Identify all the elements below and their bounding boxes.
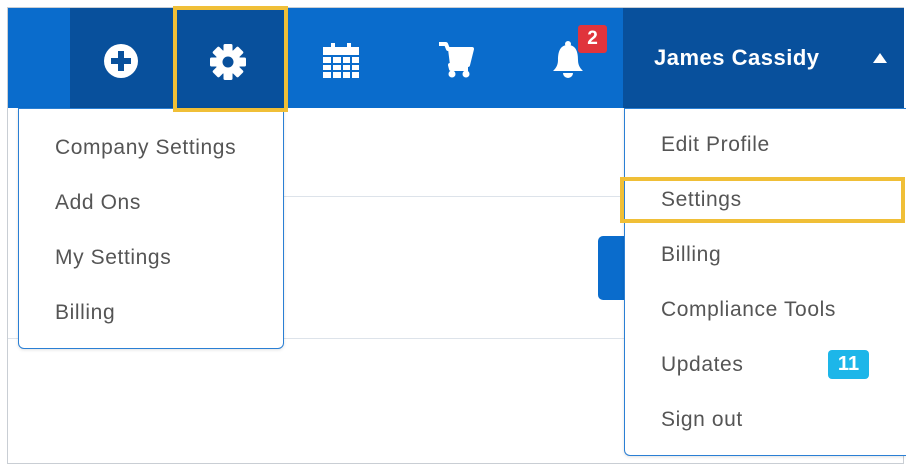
user-dropdown-menu (624, 108, 906, 456)
notification-badge: 2 (578, 25, 607, 53)
menu-item-updates[interactable]: Updates (661, 353, 743, 377)
calendar-icon[interactable] (322, 41, 360, 79)
menu-item-compliance-tools[interactable]: Compliance Tools (661, 298, 836, 322)
content-divider (284, 196, 624, 197)
menu-item-company-settings[interactable]: Company Settings (55, 136, 236, 160)
menu-item-edit-profile[interactable]: Edit Profile (661, 133, 770, 157)
caret-up-icon (873, 53, 887, 63)
menu-item-billing[interactable]: Billing (55, 301, 115, 325)
user-name[interactable]: James Cassidy (654, 45, 820, 71)
menu-item-my-settings[interactable]: My Settings (55, 246, 171, 270)
menu-item-sign-out[interactable]: Sign out (661, 408, 743, 432)
menu-item-settings[interactable]: Settings (661, 188, 742, 212)
plus-circle-icon (104, 44, 138, 78)
content-divider (284, 338, 624, 339)
updates-count-badge: 11 (828, 350, 869, 379)
gear-icon (210, 44, 246, 80)
menu-item-billing[interactable]: Billing (661, 243, 721, 267)
cart-icon[interactable] (438, 41, 474, 79)
menu-item-add-ons[interactable]: Add Ons (55, 191, 141, 215)
